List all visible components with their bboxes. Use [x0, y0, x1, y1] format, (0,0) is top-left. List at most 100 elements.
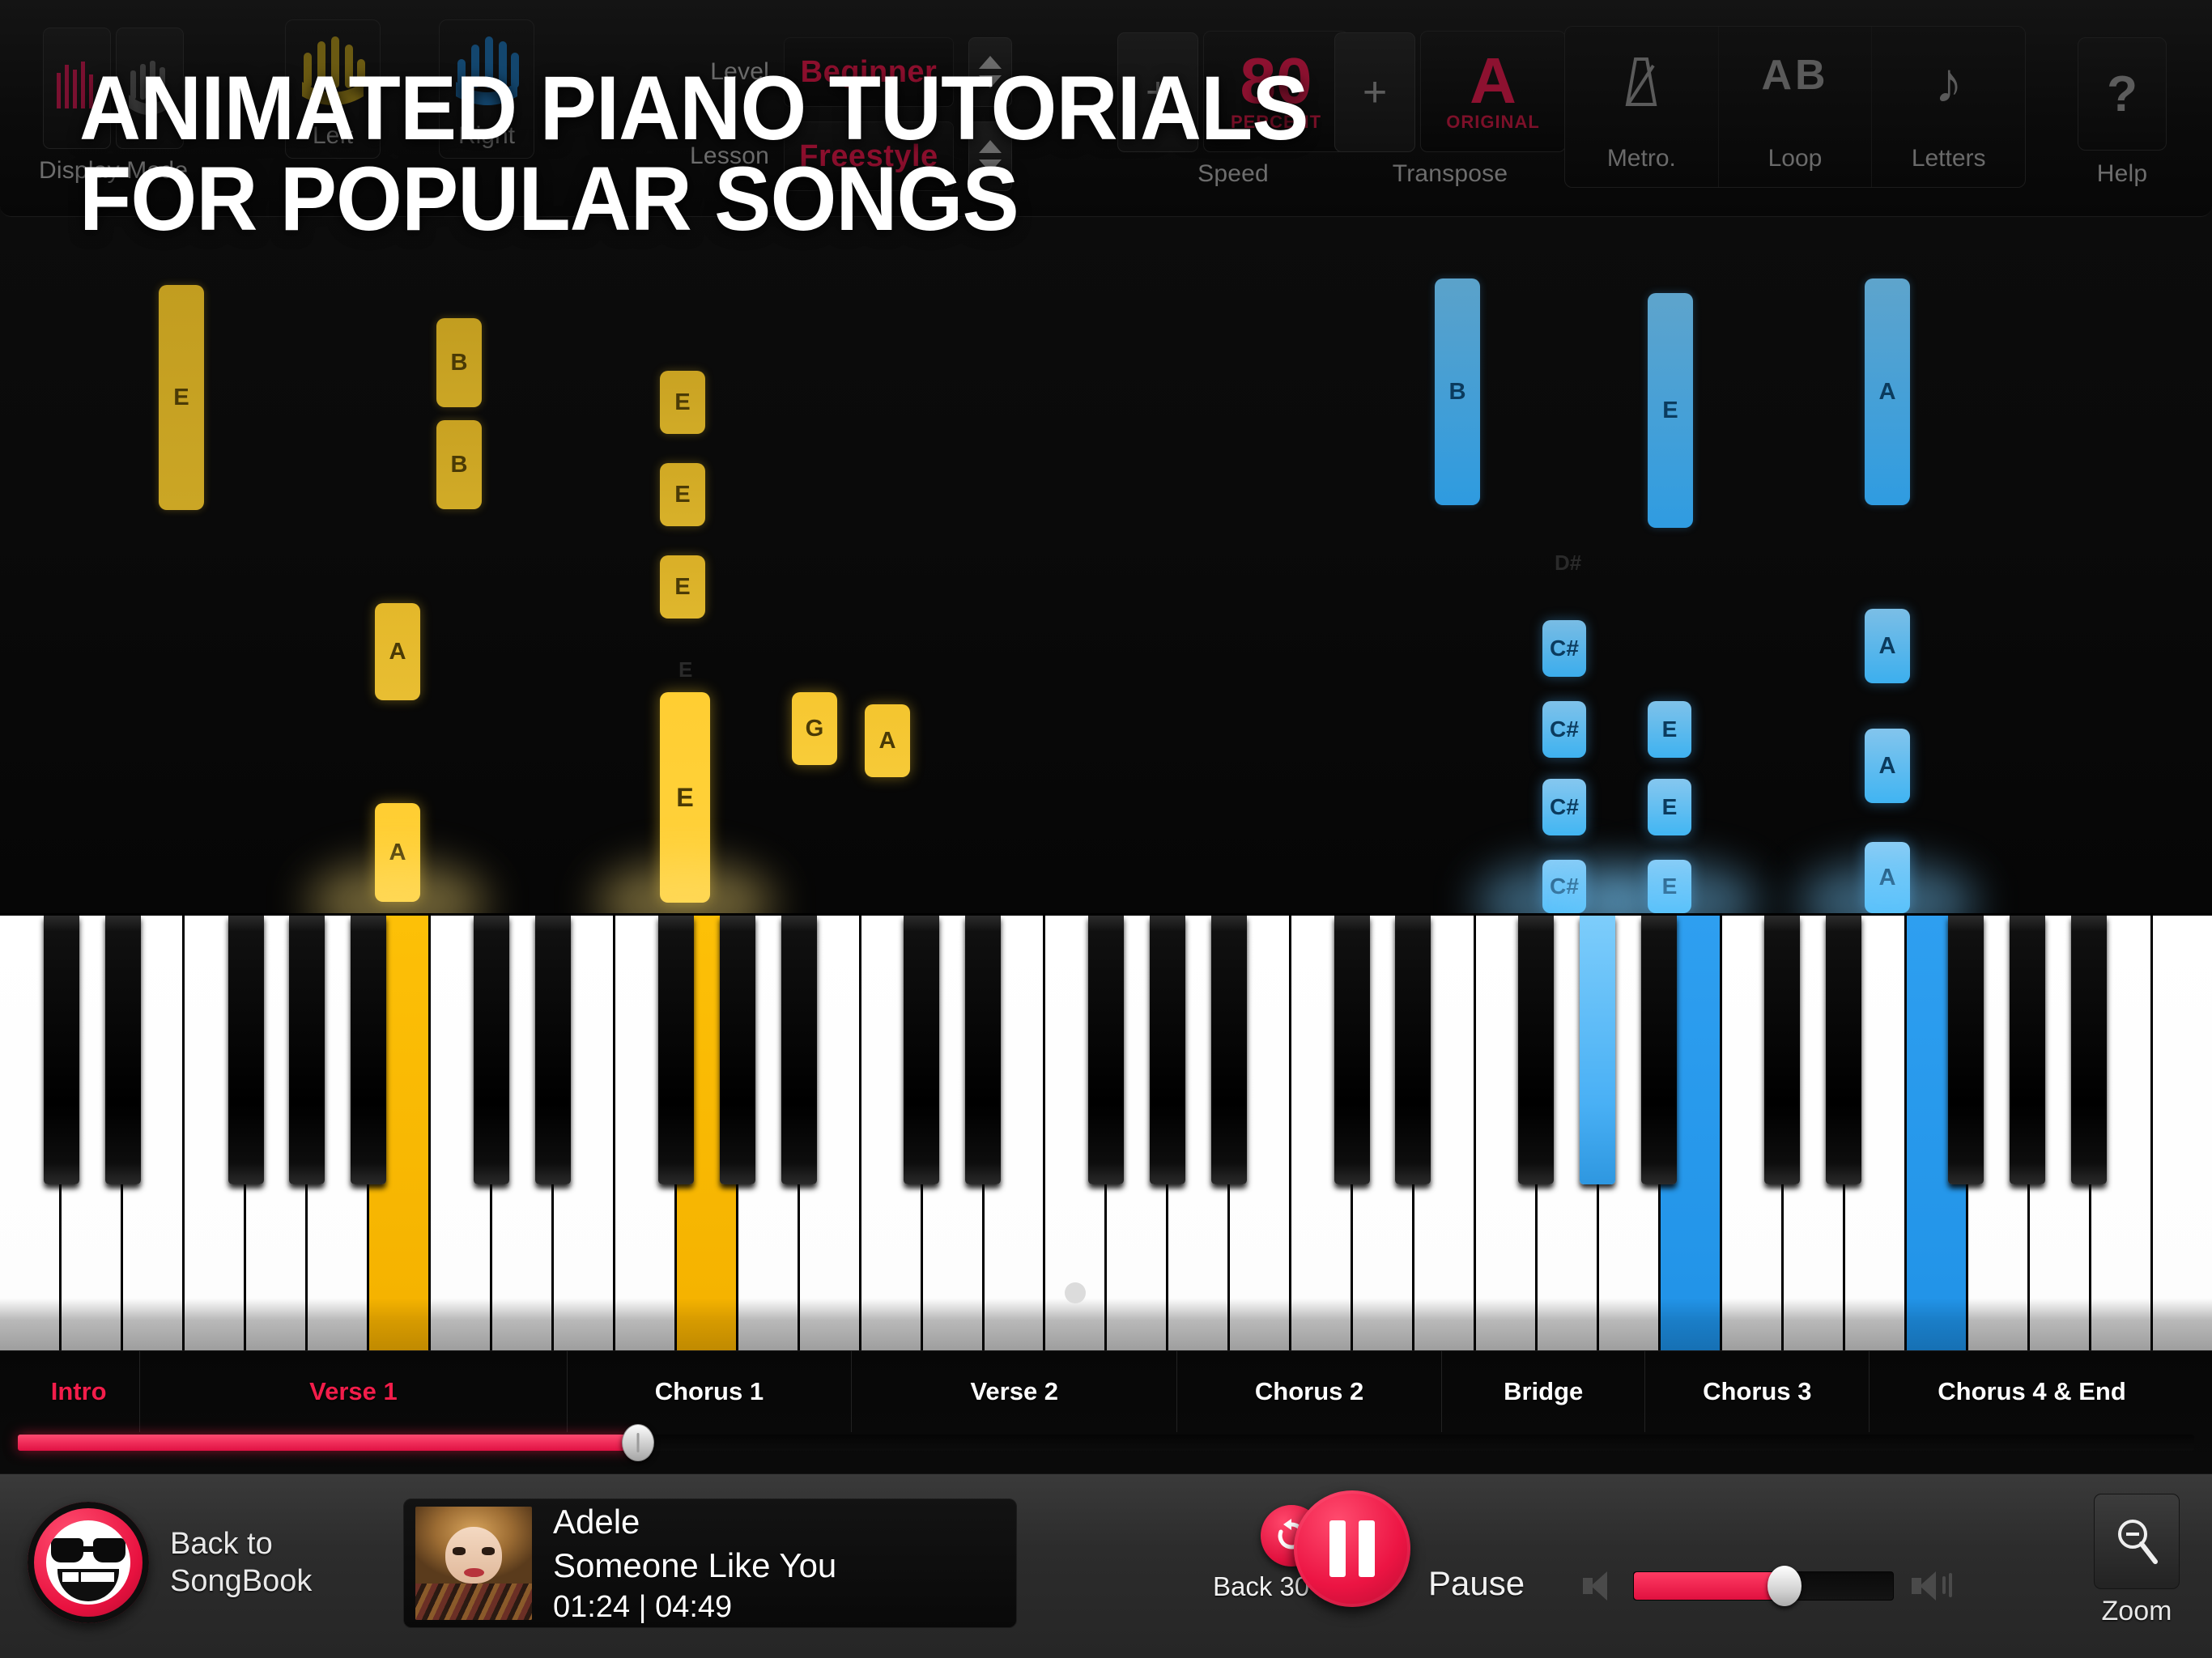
- falling-note: B: [1435, 278, 1480, 505]
- section-label[interactable]: Chorus 3: [1645, 1351, 1870, 1432]
- black-key[interactable]: [1088, 916, 1124, 1184]
- falling-note: B: [436, 318, 482, 407]
- hero-overlay-text: ANIMATED PIANO TUTORIALS FOR POPULAR SON…: [79, 57, 1309, 244]
- song-title: Someone Like You: [553, 1545, 837, 1584]
- section-label[interactable]: Chorus 2: [1177, 1351, 1442, 1432]
- black-key[interactable]: [535, 916, 571, 1184]
- metronome-icon: [1625, 57, 1657, 106]
- falling-note: A: [1865, 729, 1910, 803]
- song-sections-bar[interactable]: Intro Verse 1 Chorus 1 Verse 2 Chorus 2 Bridg…: [0, 1350, 2212, 1473]
- section-label[interactable]: Verse 2: [852, 1351, 1178, 1432]
- transpose-plus-button[interactable]: +: [1334, 32, 1415, 152]
- zoom-label: Zoom: [2101, 1596, 2172, 1626]
- pause-control[interactable]: Pause: [1294, 1490, 1525, 1607]
- now-playing-panel[interactable]: Adele Someone Like You 01:24 | 04:49: [403, 1499, 1017, 1628]
- help-group[interactable]: ? Help: [2078, 37, 2167, 188]
- falling-note-label: A: [1878, 378, 1896, 405]
- section-label[interactable]: Bridge: [1442, 1351, 1646, 1432]
- falling-note: A: [1865, 609, 1910, 683]
- transpose-value-box[interactable]: A ORIGINAL: [1420, 31, 1566, 152]
- black-key[interactable]: [781, 916, 817, 1184]
- loop-label: Loop: [1767, 145, 1823, 172]
- hero-line-1: ANIMATED PIANO TUTORIALS: [79, 57, 1309, 159]
- volume-control[interactable]: [1583, 1566, 1952, 1606]
- black-key[interactable]: [1825, 916, 1861, 1184]
- falling-note: C#: [1542, 860, 1586, 913]
- pause-label: Pause: [1428, 1564, 1525, 1602]
- ghost-note-label: D#: [1555, 551, 1582, 575]
- back-to-songbook-line2: SongBook: [170, 1564, 313, 1598]
- black-key[interactable]: [1948, 916, 1984, 1184]
- falling-note: E: [159, 285, 204, 510]
- transpose-controls: + A ORIGINAL: [1334, 31, 1566, 152]
- falling-note: E: [1648, 701, 1691, 758]
- artist-name: Adele: [553, 1502, 640, 1541]
- piano-keyboard[interactable]: [0, 913, 2212, 1350]
- section-labels[interactable]: Intro Verse 1 Chorus 1 Verse 2 Chorus 2 Bridg…: [18, 1351, 2194, 1432]
- help-button[interactable]: ?: [2078, 37, 2167, 151]
- tools-group: Metro. AB Loop ♪ Letters: [1564, 26, 2026, 188]
- falling-note-label: B: [450, 349, 468, 376]
- player-bar: Back to SongBook Adele Someone Like You …: [0, 1473, 2212, 1658]
- pause-button[interactable]: [1294, 1490, 1410, 1607]
- progress-bar[interactable]: [18, 1424, 2194, 1461]
- falling-note: E: [660, 463, 705, 526]
- black-key[interactable]: [965, 916, 1002, 1184]
- black-keys[interactable]: [0, 916, 2212, 1184]
- black-key[interactable]: [1518, 916, 1555, 1184]
- black-key[interactable]: [474, 916, 510, 1184]
- black-key[interactable]: [43, 916, 79, 1184]
- falling-note: A: [1865, 278, 1910, 505]
- black-key[interactable]: [289, 916, 325, 1184]
- black-key[interactable]: [104, 916, 141, 1184]
- progress-fill: [18, 1435, 639, 1451]
- black-key[interactable]: [904, 916, 940, 1184]
- section-label[interactable]: Intro: [18, 1351, 141, 1432]
- falling-note: B: [436, 420, 482, 509]
- falling-note: E: [660, 692, 710, 903]
- falling-note-label: E: [674, 573, 691, 600]
- pause-icon-bar-left: [1329, 1520, 1346, 1577]
- falling-note: A: [375, 803, 420, 902]
- smiley-face-icon: [46, 1520, 130, 1605]
- volume-slider-track[interactable]: [1633, 1566, 1894, 1606]
- falling-note-label: E: [674, 389, 691, 415]
- back-to-songbook-button[interactable]: Back to SongBook: [28, 1502, 312, 1623]
- falling-note-label: C#: [1550, 794, 1579, 819]
- black-key[interactable]: [351, 916, 387, 1184]
- section-label[interactable]: Chorus 4 & End: [1870, 1351, 2194, 1432]
- falling-note-label: A: [878, 727, 896, 754]
- loop-button[interactable]: AB Loop: [1719, 27, 1873, 187]
- falling-note: E: [1648, 779, 1691, 835]
- progress-track[interactable]: [18, 1424, 2194, 1461]
- letters-button[interactable]: ♪ Letters: [1872, 27, 2025, 187]
- progress-knob[interactable]: [622, 1424, 655, 1461]
- volume-slider-knob[interactable]: [1767, 1566, 1802, 1606]
- black-key[interactable]: [1210, 916, 1247, 1184]
- transpose-group: + A ORIGINAL Transpose: [1334, 31, 1566, 188]
- black-key[interactable]: [657, 916, 694, 1184]
- section-label[interactable]: Verse 1: [140, 1351, 568, 1432]
- black-key[interactable]: [1580, 916, 1616, 1184]
- black-key[interactable]: [1395, 916, 1431, 1184]
- section-label[interactable]: Chorus 1: [568, 1351, 853, 1432]
- falling-note-label: C#: [1550, 716, 1579, 742]
- falling-note-label: E: [674, 481, 691, 508]
- grin-icon: [57, 1569, 119, 1601]
- black-key[interactable]: [1763, 916, 1800, 1184]
- help-label: Help: [2096, 160, 2148, 187]
- black-key[interactable]: [719, 916, 755, 1184]
- falling-note: A: [865, 704, 910, 777]
- black-key[interactable]: [2071, 916, 2108, 1184]
- black-key[interactable]: [1641, 916, 1677, 1184]
- piano-tutorial-app: E D# E B B A A E E E E G A B E A C# C# C# C# E E E A A A: [0, 0, 2212, 1658]
- zoom-tile[interactable]: [2094, 1494, 2180, 1589]
- falling-note: E: [660, 555, 705, 619]
- zoom-button[interactable]: Zoom: [2094, 1494, 2180, 1627]
- app-logo[interactable]: [28, 1502, 149, 1623]
- black-key[interactable]: [1149, 916, 1185, 1184]
- black-key[interactable]: [1334, 916, 1370, 1184]
- black-key[interactable]: [228, 916, 264, 1184]
- black-key[interactable]: [2010, 916, 2046, 1184]
- metronome-button[interactable]: Metro.: [1565, 27, 1719, 187]
